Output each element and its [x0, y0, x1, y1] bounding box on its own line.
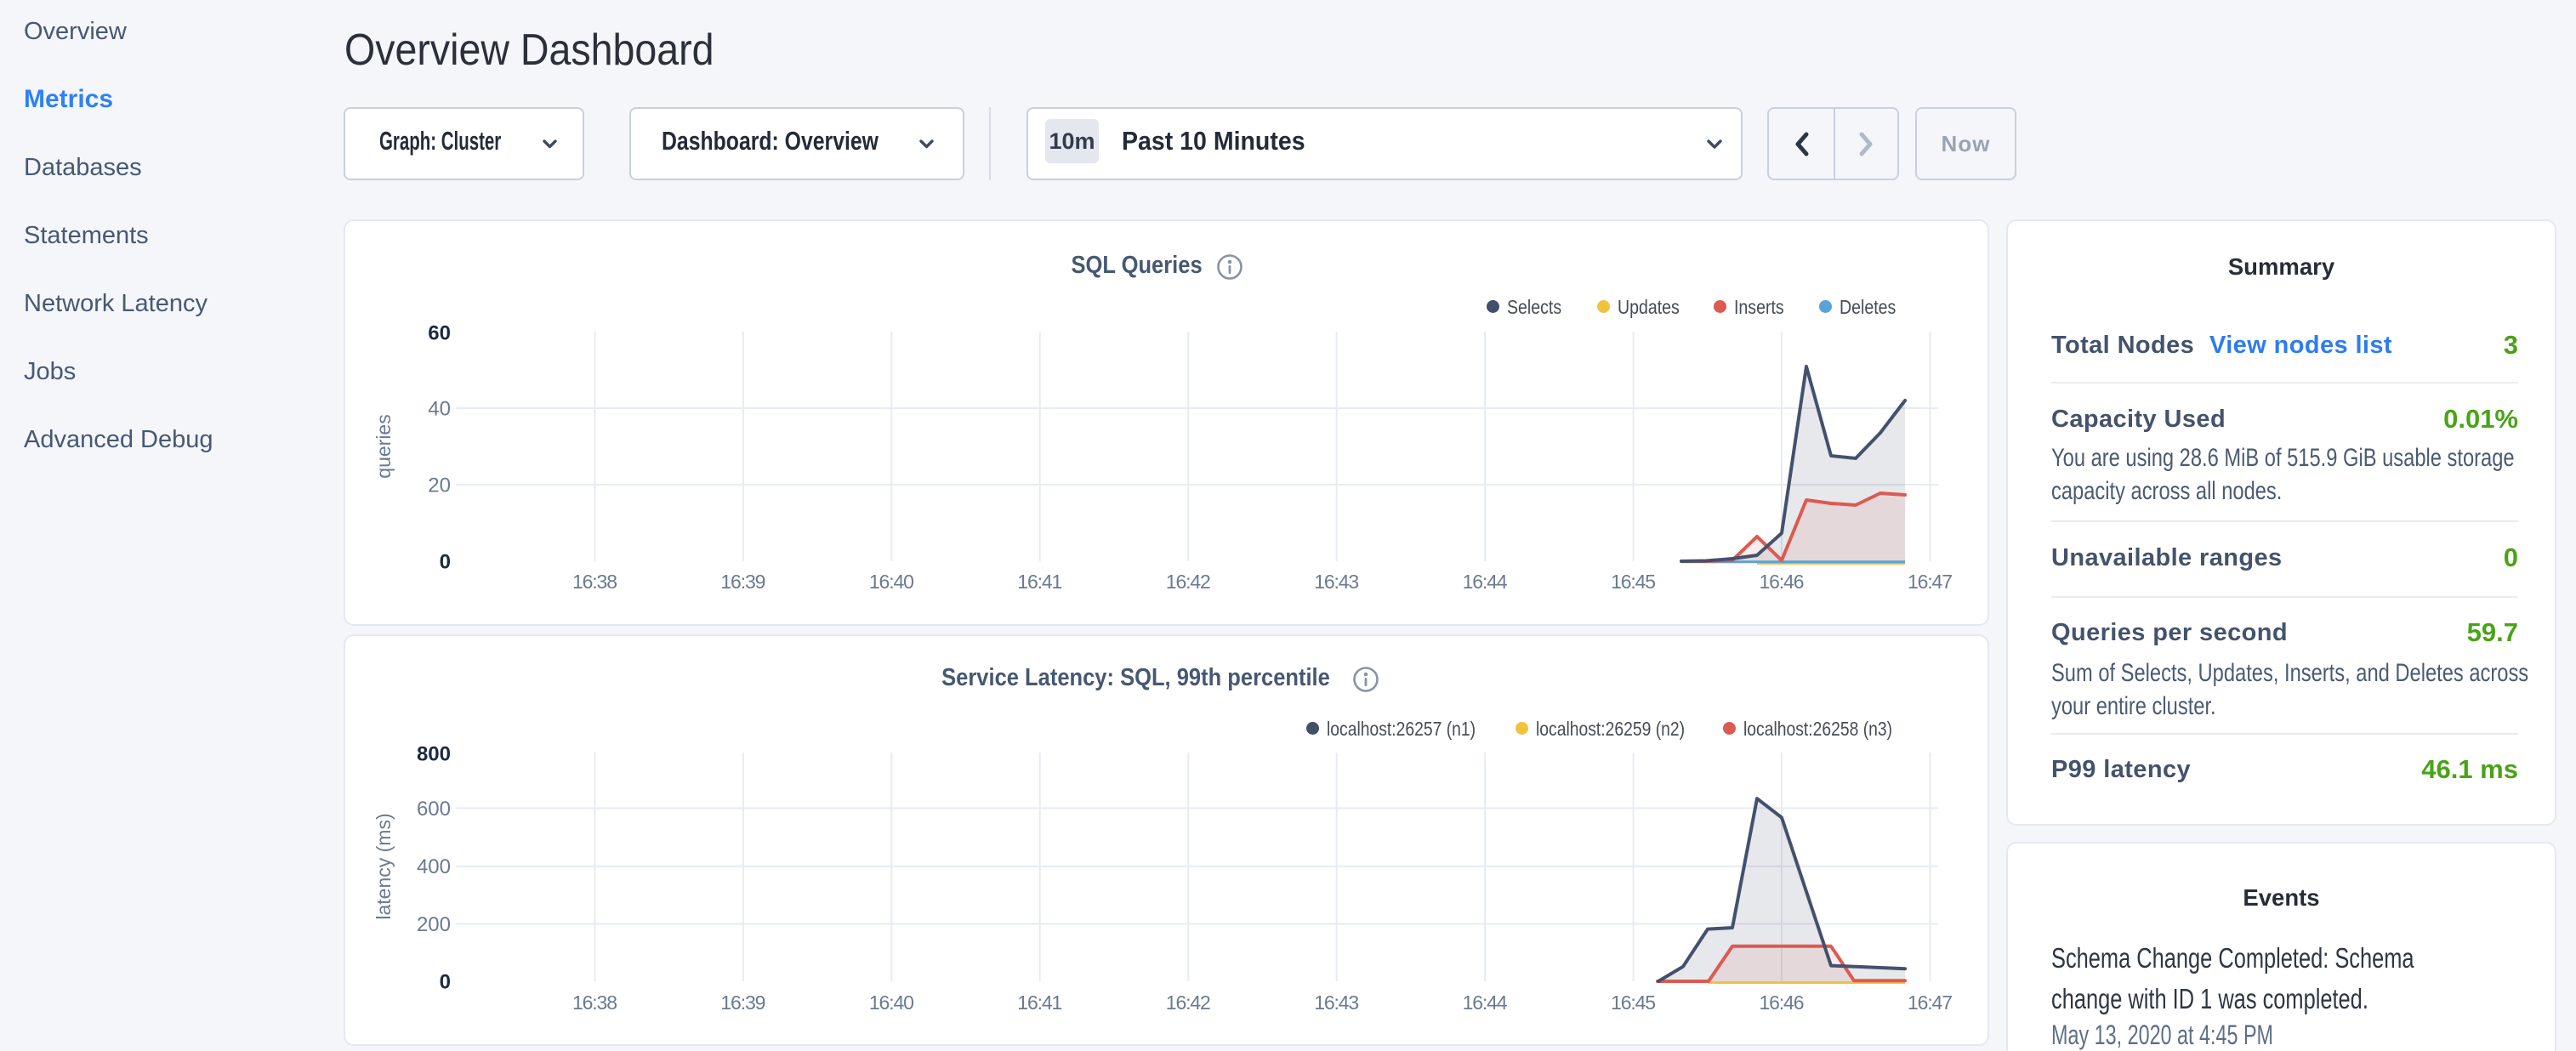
svg-text:20: 20: [428, 474, 451, 497]
svg-text:200: 200: [417, 913, 451, 936]
svg-text:16:43: 16:43: [1314, 991, 1359, 1014]
svg-text:0: 0: [440, 551, 451, 574]
svg-text:latency (ms): latency (ms): [372, 813, 395, 919]
svg-text:16:46: 16:46: [1760, 571, 1805, 593]
svg-text:400: 400: [417, 855, 451, 878]
svg-text:16:46: 16:46: [1760, 991, 1805, 1014]
svg-text:600: 600: [417, 798, 451, 821]
svg-text:800: 800: [417, 743, 451, 766]
svg-text:16:45: 16:45: [1611, 991, 1656, 1014]
svg-text:16:38: 16:38: [572, 571, 617, 593]
svg-text:16:47: 16:47: [1908, 571, 1953, 593]
svg-text:16:47: 16:47: [1908, 991, 1953, 1014]
svg-text:16:43: 16:43: [1314, 571, 1359, 593]
svg-text:40: 40: [428, 398, 451, 421]
svg-text:16:42: 16:42: [1166, 991, 1211, 1014]
svg-text:16:40: 16:40: [869, 991, 914, 1014]
svg-text:16:40: 16:40: [869, 571, 914, 593]
svg-text:16:42: 16:42: [1166, 571, 1211, 593]
svg-text:16:45: 16:45: [1611, 571, 1656, 593]
svg-text:queries: queries: [372, 414, 395, 478]
svg-text:16:39: 16:39: [720, 571, 765, 593]
svg-text:16:38: 16:38: [572, 991, 617, 1014]
svg-text:0: 0: [440, 971, 451, 994]
svg-text:60: 60: [428, 322, 451, 345]
svg-text:16:39: 16:39: [720, 991, 765, 1014]
svg-text:16:44: 16:44: [1463, 991, 1508, 1014]
svg-text:16:41: 16:41: [1017, 991, 1062, 1014]
svg-text:16:44: 16:44: [1463, 571, 1508, 593]
svg-text:16:41: 16:41: [1017, 571, 1062, 593]
